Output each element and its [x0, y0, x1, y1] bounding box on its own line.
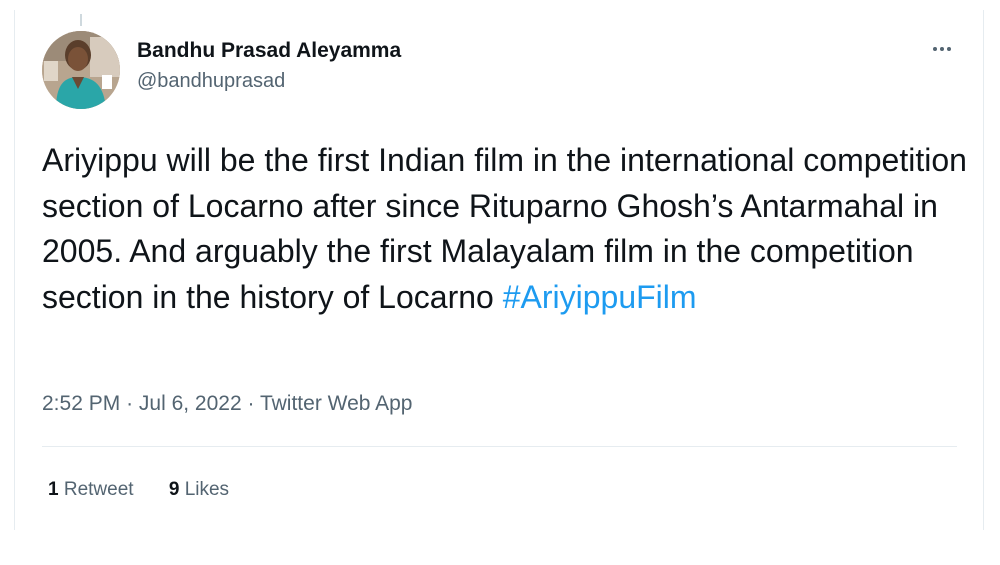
likes-count: 9 [168, 479, 180, 500]
likes-label: Likes [184, 479, 230, 500]
meta-separator: · [247, 392, 255, 415]
more-horizontal-icon [940, 47, 944, 51]
author-name[interactable]: Bandhu Prasad Aleyamma [137, 37, 401, 65]
tweet-source[interactable]: Twitter Web App [260, 392, 413, 415]
tweet-text: Ariyippu will be the first Indian film i… [42, 138, 982, 320]
author-handle[interactable]: @bandhuprasad [137, 67, 401, 95]
avatar-photo [42, 31, 120, 109]
hashtag-link[interactable]: #AriyippuFilm [503, 279, 697, 315]
more-horizontal-icon [933, 47, 937, 51]
tweet-time[interactable]: 2:52 PM [42, 392, 120, 415]
tweet-meta: 2:52 PM · Jul 6, 2022 · Twitter Web App [42, 389, 413, 419]
tweet-stats: 1 Retweet 9 Likes [48, 476, 259, 504]
tweet-date[interactable]: Jul 6, 2022 [139, 392, 242, 415]
more-horizontal-icon [947, 47, 951, 51]
thread-connector-line [80, 14, 82, 26]
more-options-button[interactable] [925, 36, 959, 62]
retweets-count: 1 [48, 479, 59, 500]
author-block: Bandhu Prasad Aleyamma @bandhuprasad [137, 37, 401, 95]
meta-separator: · [126, 392, 134, 415]
retweets-label: Retweet [63, 479, 134, 500]
avatar[interactable] [42, 31, 120, 109]
likes-stat[interactable]: 9 Likes [169, 479, 229, 500]
retweets-stat[interactable]: 1 Retweet [48, 479, 134, 500]
divider [42, 446, 957, 447]
